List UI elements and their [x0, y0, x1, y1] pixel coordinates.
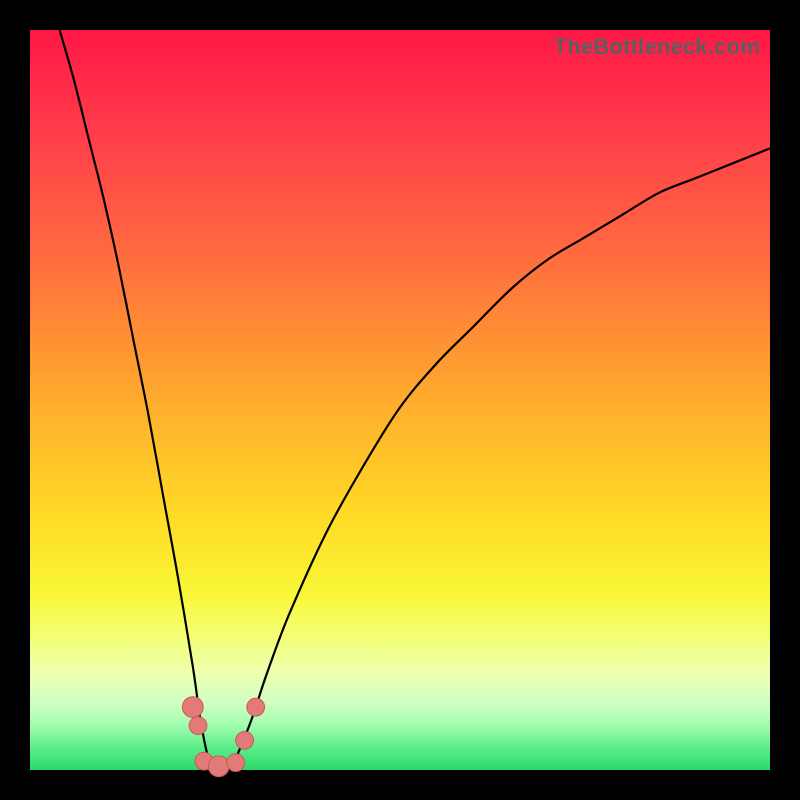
- chart-frame: TheBottleneck.com: [0, 0, 800, 800]
- curve-marker: [236, 732, 254, 750]
- curve-marker: [227, 754, 245, 772]
- plot-area: TheBottleneck.com: [30, 30, 770, 770]
- curve-marker: [208, 756, 229, 777]
- curve-marker: [189, 717, 207, 735]
- bottleneck-curve: [60, 30, 773, 771]
- curve-markers: [182, 697, 264, 777]
- curve-svg: [30, 30, 770, 770]
- curve-marker: [247, 698, 265, 716]
- curve-marker: [182, 697, 203, 718]
